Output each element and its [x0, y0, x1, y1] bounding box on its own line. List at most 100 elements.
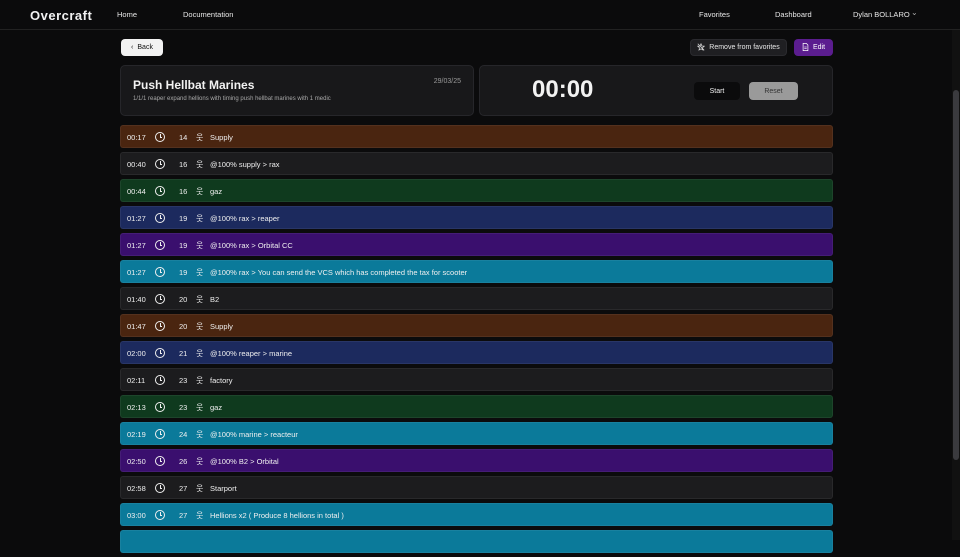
step-text: @100% rax > Orbital CC — [210, 241, 293, 250]
build-step-row[interactable]: 01:47 20 웃 Supply — [120, 314, 833, 337]
build-step-row[interactable]: 02:58 27 웃 Starport — [120, 476, 833, 499]
step-text: @100% reaper > marine — [210, 349, 293, 358]
reset-button[interactable]: Reset — [749, 82, 798, 100]
step-time: 01:27 — [127, 268, 146, 277]
build-step-row[interactable]: 01:27 19 웃 @100% rax > Orbital CC — [120, 233, 833, 256]
build-step-row[interactable]: 01:27 19 웃 @100% rax > You can send the VCS… — [120, 260, 833, 283]
build-title: Push Hellbat Marines — [133, 78, 255, 92]
build-step-row[interactable]: 03:00 27 웃 Hellions x2 ( Produce 8 hellions… — [120, 503, 833, 526]
clock-icon — [155, 240, 165, 250]
step-time: 02:19 — [127, 430, 146, 439]
build-step-row[interactable]: 00:40 16 웃 @100% supply > rax — [120, 152, 833, 175]
build-step-row[interactable]: 00:44 16 웃 gaz — [120, 179, 833, 202]
clock-icon — [155, 429, 165, 439]
remove-favorites-button[interactable]: Remove from favorites — [690, 39, 787, 56]
build-step-row[interactable]: 01:27 19 웃 @100% rax > reaper — [120, 206, 833, 229]
build-step-row[interactable]: 02:00 21 웃 @100% reaper > marine — [120, 341, 833, 364]
nav-home[interactable]: Home — [117, 10, 137, 19]
step-supply: 23 — [179, 376, 188, 385]
clock-icon — [155, 321, 165, 331]
step-time: 02:13 — [127, 403, 146, 412]
step-text: B2 — [210, 295, 220, 304]
build-info-card: Push Hellbat Marines 29/03/25 1/1/1 reap… — [120, 65, 474, 116]
person-icon: 웃 — [196, 349, 204, 358]
step-supply: 26 — [179, 457, 188, 466]
nav-dashboard[interactable]: Dashboard — [775, 10, 812, 19]
person-icon: 웃 — [196, 214, 204, 223]
step-text: gaz — [210, 403, 223, 412]
step-supply: 24 — [179, 430, 188, 439]
build-step-row[interactable]: 00:17 14 웃 Supply — [120, 125, 833, 148]
person-icon: 웃 — [196, 430, 204, 439]
step-supply: 14 — [179, 133, 188, 142]
clock-icon — [155, 213, 165, 223]
clock-icon — [155, 348, 165, 358]
person-icon: 웃 — [196, 511, 204, 520]
person-icon: 웃 — [196, 376, 204, 385]
person-icon: 웃 — [196, 241, 204, 250]
step-time: 01:27 — [127, 241, 146, 250]
step-time: 00:40 — [127, 160, 146, 169]
build-step-row[interactable]: 01:40 20 웃 B2 — [120, 287, 833, 310]
person-icon: 웃 — [196, 160, 204, 169]
clock-icon — [155, 132, 165, 142]
clock-icon — [155, 159, 165, 169]
step-text: @100% rax > You can send the VCS which h… — [210, 268, 468, 277]
step-time: 02:58 — [127, 484, 146, 493]
clock-icon — [155, 294, 165, 304]
person-icon: 웃 — [196, 403, 204, 412]
step-text: factory — [210, 376, 233, 385]
step-text: gaz — [210, 187, 223, 196]
clock-icon — [155, 267, 165, 277]
step-supply: 23 — [179, 403, 188, 412]
back-button[interactable]: ‹ Back — [121, 39, 163, 56]
step-supply: 16 — [179, 160, 188, 169]
build-step-row[interactable] — [120, 530, 833, 553]
build-steps-list: 00:17 14 웃 Supply 00:40 16 웃 @100% supply > rax… — [120, 125, 833, 557]
person-icon: 웃 — [196, 457, 204, 466]
step-text: Starport — [210, 484, 237, 493]
step-time: 02:00 — [127, 349, 146, 358]
nav-favorites[interactable]: Favorites — [699, 10, 730, 19]
step-text: @100% B2 > Orbital — [210, 457, 279, 466]
user-menu[interactable]: Dylan BOLLARO — [853, 10, 910, 19]
step-supply: 21 — [179, 349, 188, 358]
step-text: @100% supply > rax — [210, 160, 280, 169]
clock-icon — [155, 186, 165, 196]
build-step-row[interactable]: 02:50 26 웃 @100% B2 > Orbital — [120, 449, 833, 472]
person-icon: 웃 — [196, 484, 204, 493]
brand-logo[interactable]: Overcraft — [30, 8, 92, 23]
step-supply: 16 — [179, 187, 188, 196]
clock-icon — [155, 375, 165, 385]
step-text: Hellions x2 ( Produce 8 hellions in tota… — [210, 511, 344, 520]
scrollbar[interactable] — [952, 30, 960, 540]
start-button[interactable]: Start — [694, 82, 740, 100]
person-icon: 웃 — [196, 133, 204, 142]
timer-display: 00:00 — [532, 76, 594, 103]
back-label: Back — [137, 44, 153, 51]
edit-label: Edit — [812, 44, 826, 51]
chevron-down-icon[interactable]: ⌄ — [911, 8, 918, 17]
build-step-row[interactable]: 02:11 23 웃 factory — [120, 368, 833, 391]
step-supply: 27 — [179, 511, 188, 520]
person-icon: 웃 — [196, 295, 204, 304]
step-text: Supply — [210, 133, 233, 142]
clock-icon — [155, 402, 165, 412]
scrollbar-thumb[interactable] — [953, 90, 959, 460]
build-step-row[interactable]: 02:13 23 웃 gaz — [120, 395, 833, 418]
document-icon — [802, 42, 809, 53]
star-off-icon — [697, 42, 706, 53]
edit-button[interactable]: Edit — [794, 39, 833, 56]
build-description: 1/1/1 reaper expand hellions with timing… — [133, 96, 331, 102]
remove-favorites-label: Remove from favorites — [709, 44, 780, 51]
nav-documentation[interactable]: Documentation — [183, 10, 233, 19]
step-time: 03:00 — [127, 511, 146, 520]
top-navbar: Overcraft Home Documentation Favorites D… — [0, 0, 960, 30]
step-text: Supply — [210, 322, 233, 331]
step-time: 01:40 — [127, 295, 146, 304]
build-step-row[interactable]: 02:19 24 웃 @100% marine > reacteur — [120, 422, 833, 445]
step-supply: 27 — [179, 484, 188, 493]
step-supply: 19 — [179, 268, 188, 277]
clock-icon — [155, 510, 165, 520]
timer-card: 00:00 Start Reset — [479, 65, 833, 116]
